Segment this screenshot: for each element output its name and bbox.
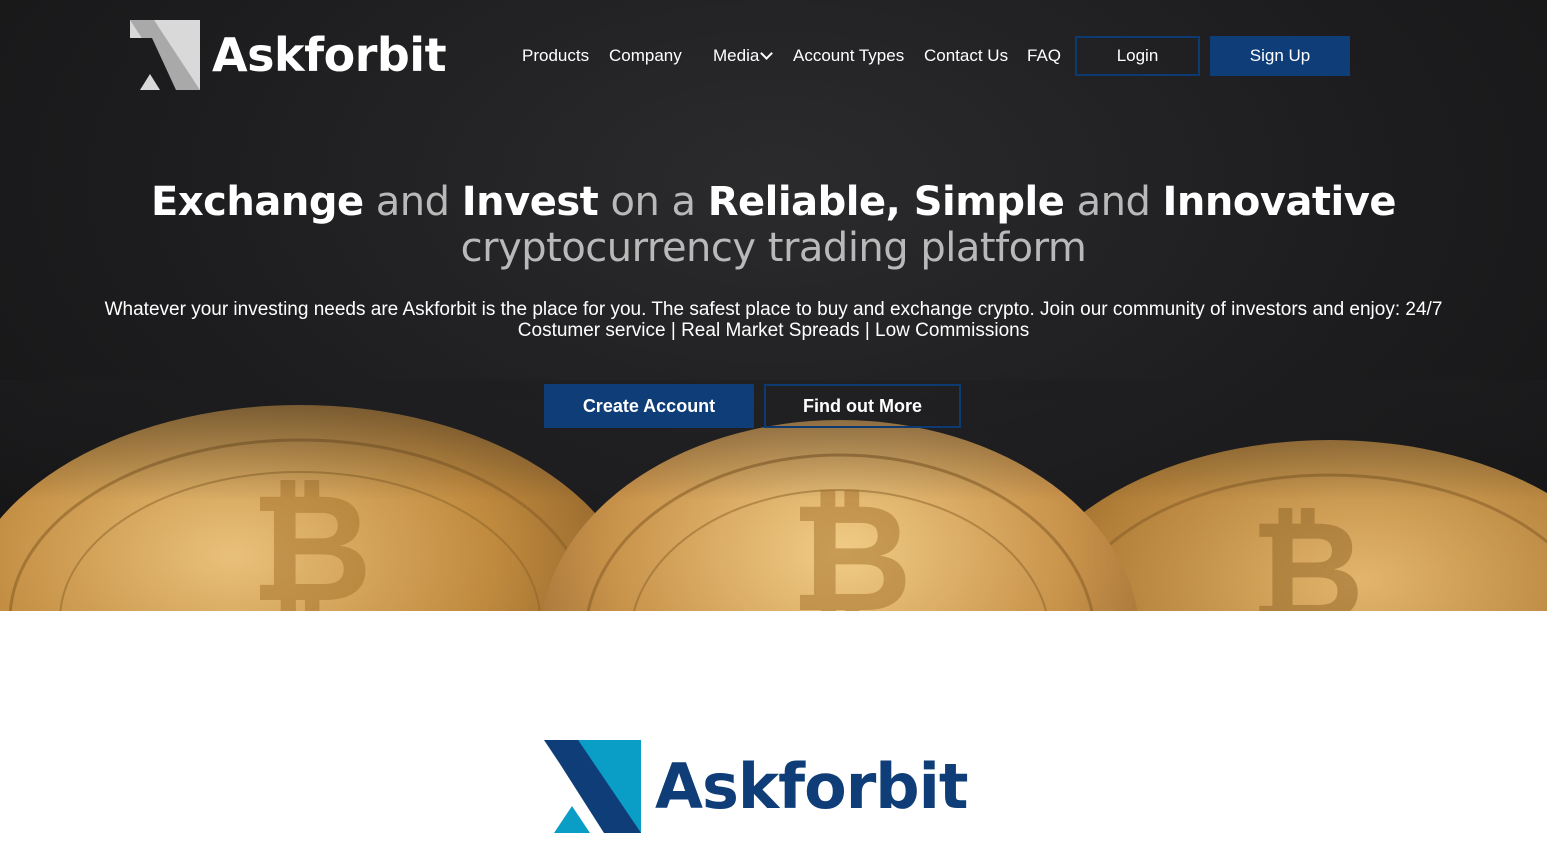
headline-word: Invest (461, 179, 599, 225)
login-button[interactable]: Login (1075, 36, 1200, 76)
nav-products[interactable]: Products (522, 36, 589, 76)
nav-contact-us[interactable]: Contact Us (924, 36, 1008, 76)
svg-text:₿: ₿ (1250, 491, 1364, 611)
footer-brand-name: Askforbit (655, 750, 969, 823)
nav-media[interactable]: Media (713, 36, 774, 76)
nav-media-label: Media (713, 46, 760, 65)
headline-word: Exchange (151, 179, 364, 225)
hero-headline: Exchange and Invest on a Reliable, Simpl… (0, 178, 1547, 226)
hero-section: ₿ ₿ ₿ Askforbit Products Company Media A… (0, 0, 1547, 611)
hero-description: Whatever your investing needs are Askfor… (104, 299, 1443, 341)
headline-word: on a (598, 179, 708, 225)
chevron-down-icon (760, 47, 774, 60)
find-out-more-button[interactable]: Find out More (764, 384, 961, 428)
signup-button[interactable]: Sign Up (1210, 36, 1350, 76)
nav-faq[interactable]: FAQ (1027, 36, 1061, 76)
create-account-button[interactable]: Create Account (544, 384, 754, 428)
brand-name: Askforbit (212, 28, 447, 82)
askforbit-logo-icon (130, 20, 200, 90)
headline-word: Innovative (1162, 179, 1397, 225)
nav-company[interactable]: Company (609, 36, 682, 76)
header-logo[interactable]: Askforbit (130, 20, 447, 90)
hero-subline: cryptocurrency trading platform (460, 225, 1087, 271)
headline-word: and (1064, 179, 1163, 225)
askforbit-logo-icon (544, 740, 641, 833)
footer-logo[interactable]: Askforbit (544, 740, 969, 833)
headline-word: Reliable, Simple (707, 179, 1065, 225)
nav-account-types[interactable]: Account Types (793, 36, 904, 76)
headline-word: and (363, 179, 462, 225)
